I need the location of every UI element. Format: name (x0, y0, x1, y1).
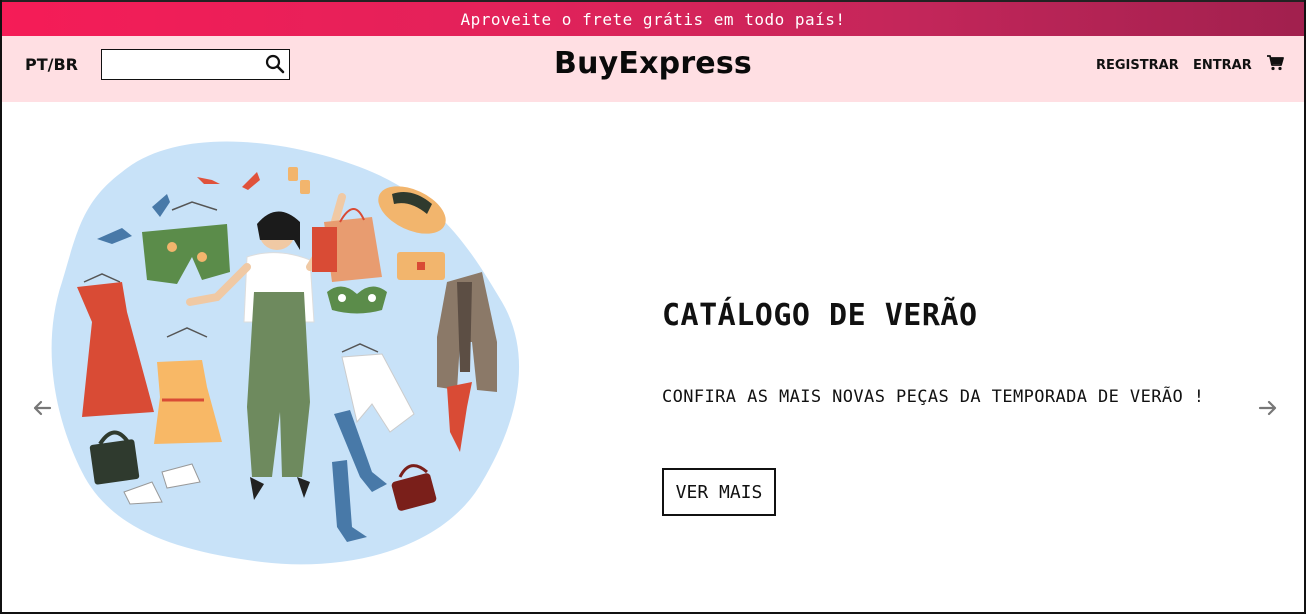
slide-title: CATÁLOGO DE VERÃO (662, 298, 978, 333)
announcement-text: Aproveite o frete grátis em todo país! (460, 9, 846, 29)
search-input[interactable] (107, 55, 257, 73)
search-box (101, 49, 290, 80)
slide-description: CONFIRA AS MAIS NOVAS PEÇAS DA TEMPORADA… (662, 387, 1205, 407)
language-selector[interactable]: PT/BR (25, 55, 78, 74)
cart-icon[interactable] (1266, 54, 1284, 72)
announcement-bar: Aproveite o frete grátis em todo país! (2, 0, 1304, 36)
summer-clothes-illustration (51, 141, 520, 565)
search-icon[interactable] (265, 54, 285, 74)
see-more-button[interactable]: VER MAIS (662, 468, 776, 516)
login-link[interactable]: ENTRAR (1193, 58, 1252, 73)
arrow-right-icon[interactable] (1258, 400, 1278, 416)
hero-slider: CATÁLOGO DE VERÃO CONFIRA AS MAIS NOVAS … (2, 102, 1304, 612)
slide-info: CATÁLOGO DE VERÃO CONFIRA AS MAIS NOVAS … (662, 298, 1205, 516)
navbar: PT/BR BuyExpress REGISTRAR ENTRAR (2, 36, 1304, 102)
register-link[interactable]: REGISTRAR (1096, 58, 1179, 73)
